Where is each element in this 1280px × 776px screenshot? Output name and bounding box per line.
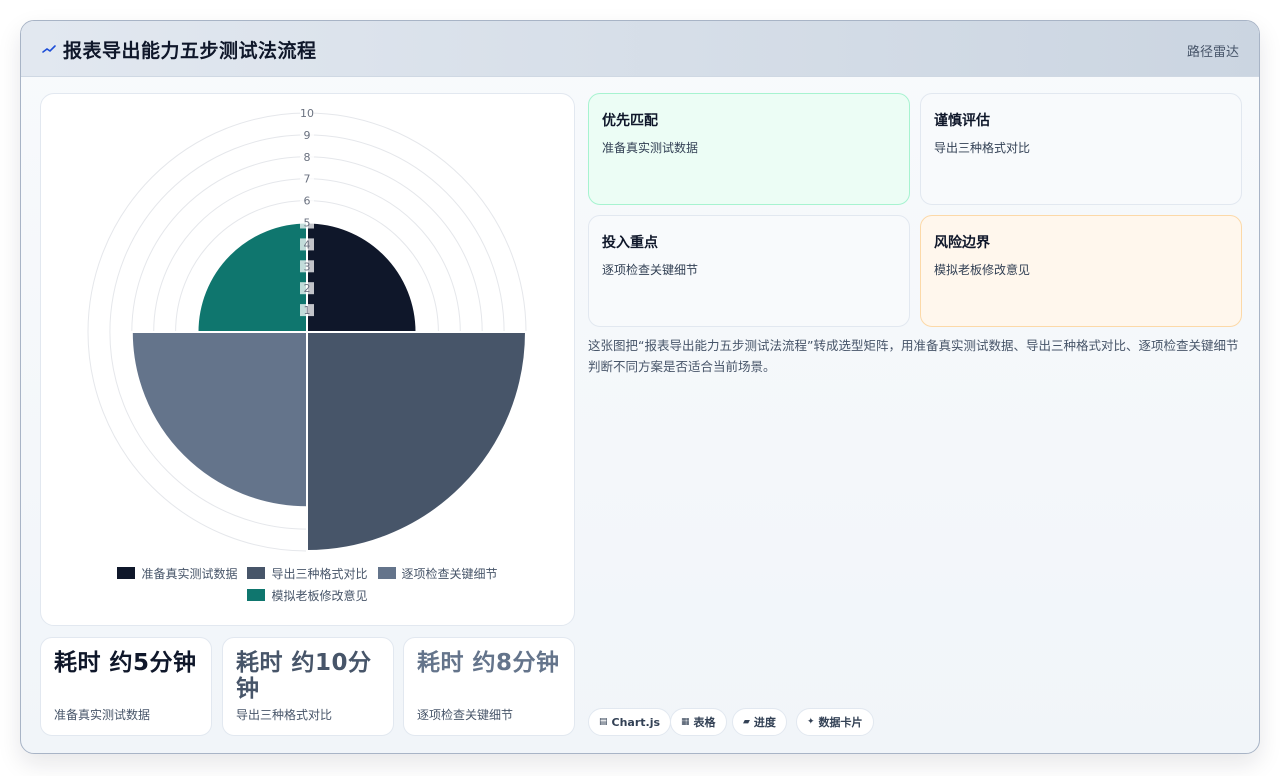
tile-title: 优先匹配 [602, 113, 658, 129]
stat-card-1: 耗时 约5分钟 准备真实测试数据 [40, 637, 212, 736]
r-tick-label: 1 [304, 304, 311, 317]
header-right-label[interactable]: 路径雷达 [1187, 41, 1239, 60]
stat-card-3: 耗时 约8分钟 逐项检查关键细节 [403, 637, 575, 736]
page-title: 报表导出能力五步测试法流程 [63, 40, 317, 62]
tile-body: 逐项检查关键细节 [602, 263, 699, 277]
legend-item[interactable]: 导出三种格式对比 [247, 564, 368, 582]
legend-label: 逐项检查关键细节 [401, 566, 498, 581]
polar-segment[interactable] [130, 331, 308, 509]
legend-swatch [377, 567, 396, 579]
chip-chartjs[interactable]: ▤ Chart.js [588, 708, 672, 736]
chart-description: 这张图把“报表导出能力五步测试法流程”转成选型矩阵，用准备真实测试数据、导出三种… [588, 338, 1239, 374]
legend-item[interactable]: 模拟老板修改意见 [247, 586, 368, 604]
stat-value: 耗时 约5分钟 [54, 650, 197, 676]
header: 报表导出能力五步测试法流程 路径雷达 [21, 21, 1259, 77]
r-tick-label: 4 [304, 238, 311, 251]
stat-label: 导出三种格式对比 [236, 708, 333, 722]
progress-icon: ▰ [743, 717, 750, 727]
r-tick-label: 5 [304, 217, 311, 230]
legend-item[interactable]: 准备真实测试数据 [117, 564, 237, 582]
tile-title: 谨慎评估 [934, 113, 990, 129]
r-tick-label: 6 [304, 195, 311, 208]
tile-investment-focus: 投入重点 逐项检查关键细节 [588, 215, 910, 327]
tile-careful-evaluation: 谨慎评估 导出三种格式对比 [920, 93, 1242, 205]
chip-table[interactable]: ▦ 表格 [670, 708, 727, 736]
chip-label: Chart.js [611, 715, 661, 729]
legend-label: 导出三种格式对比 [271, 566, 368, 581]
r-tick-label: 3 [304, 260, 311, 273]
tile-body: 导出三种格式对比 [934, 141, 1031, 155]
chip-label: 数据卡片 [818, 716, 863, 729]
chip-label: 进度 [753, 716, 776, 729]
stat-label: 逐项检查关键细节 [417, 708, 514, 722]
r-tick-label: 8 [304, 151, 311, 164]
r-tick-label: 9 [304, 129, 311, 142]
stat-value: 耗时 约8分钟 [417, 650, 560, 676]
legend-swatch [247, 567, 266, 579]
main-card: 报表导出能力五步测试法流程 路径雷达 1 2 3 4 5 6 7 8 9 10 准备真实测试数据导… [20, 20, 1260, 754]
tile-priority-match: 优先匹配 准备真实测试数据 [588, 93, 910, 205]
sparkle-icon: ✦ [807, 717, 815, 727]
r-tick-label: 7 [304, 173, 311, 186]
tile-body: 准备真实测试数据 [602, 141, 699, 155]
tile-title: 投入重点 [602, 235, 658, 251]
legend-label: 模拟老板修改意见 [271, 588, 368, 603]
stat-card-2: 耗时 约10分钟 导出三种格式对比 [222, 637, 394, 736]
chip-label: 表格 [693, 716, 716, 729]
r-tick-label: 2 [304, 282, 311, 295]
table-icon: ▦ [681, 717, 690, 727]
polar-area-chart: 1 2 3 4 5 6 7 8 9 10 [87, 107, 528, 553]
r-tick-label: 10 [300, 107, 314, 120]
legend-swatch [247, 589, 266, 601]
chart-icon: ▤ [599, 717, 608, 727]
pulse-icon [42, 45, 56, 53]
legend-label: 准备真实测试数据 [141, 566, 238, 581]
tile-body: 模拟老板修改意见 [934, 263, 1031, 277]
chart-legend: 准备真实测试数据 导出三种格式对比 逐项检查关键细节模拟老板修改意见 [41, 564, 574, 604]
chart-card: 1 2 3 4 5 6 7 8 9 10 准备真实测试数据 导出三种格式对比 逐项检查关键细节模拟老板… [40, 93, 575, 626]
tile-title: 风险边界 [934, 235, 990, 251]
chip-data-cards[interactable]: ✦ 数据卡片 [796, 708, 874, 736]
polar-segment[interactable] [306, 331, 528, 553]
legend-item[interactable]: 逐项检查关键细节 [377, 564, 498, 582]
tile-risk-boundary: 风险边界 模拟老板修改意见 [920, 215, 1242, 327]
legend-swatch [117, 567, 136, 579]
chip-progress[interactable]: ▰ 进度 [732, 708, 787, 736]
stat-value: 耗时 约10分钟 [236, 650, 372, 702]
stat-label: 准备真实测试数据 [54, 708, 151, 722]
